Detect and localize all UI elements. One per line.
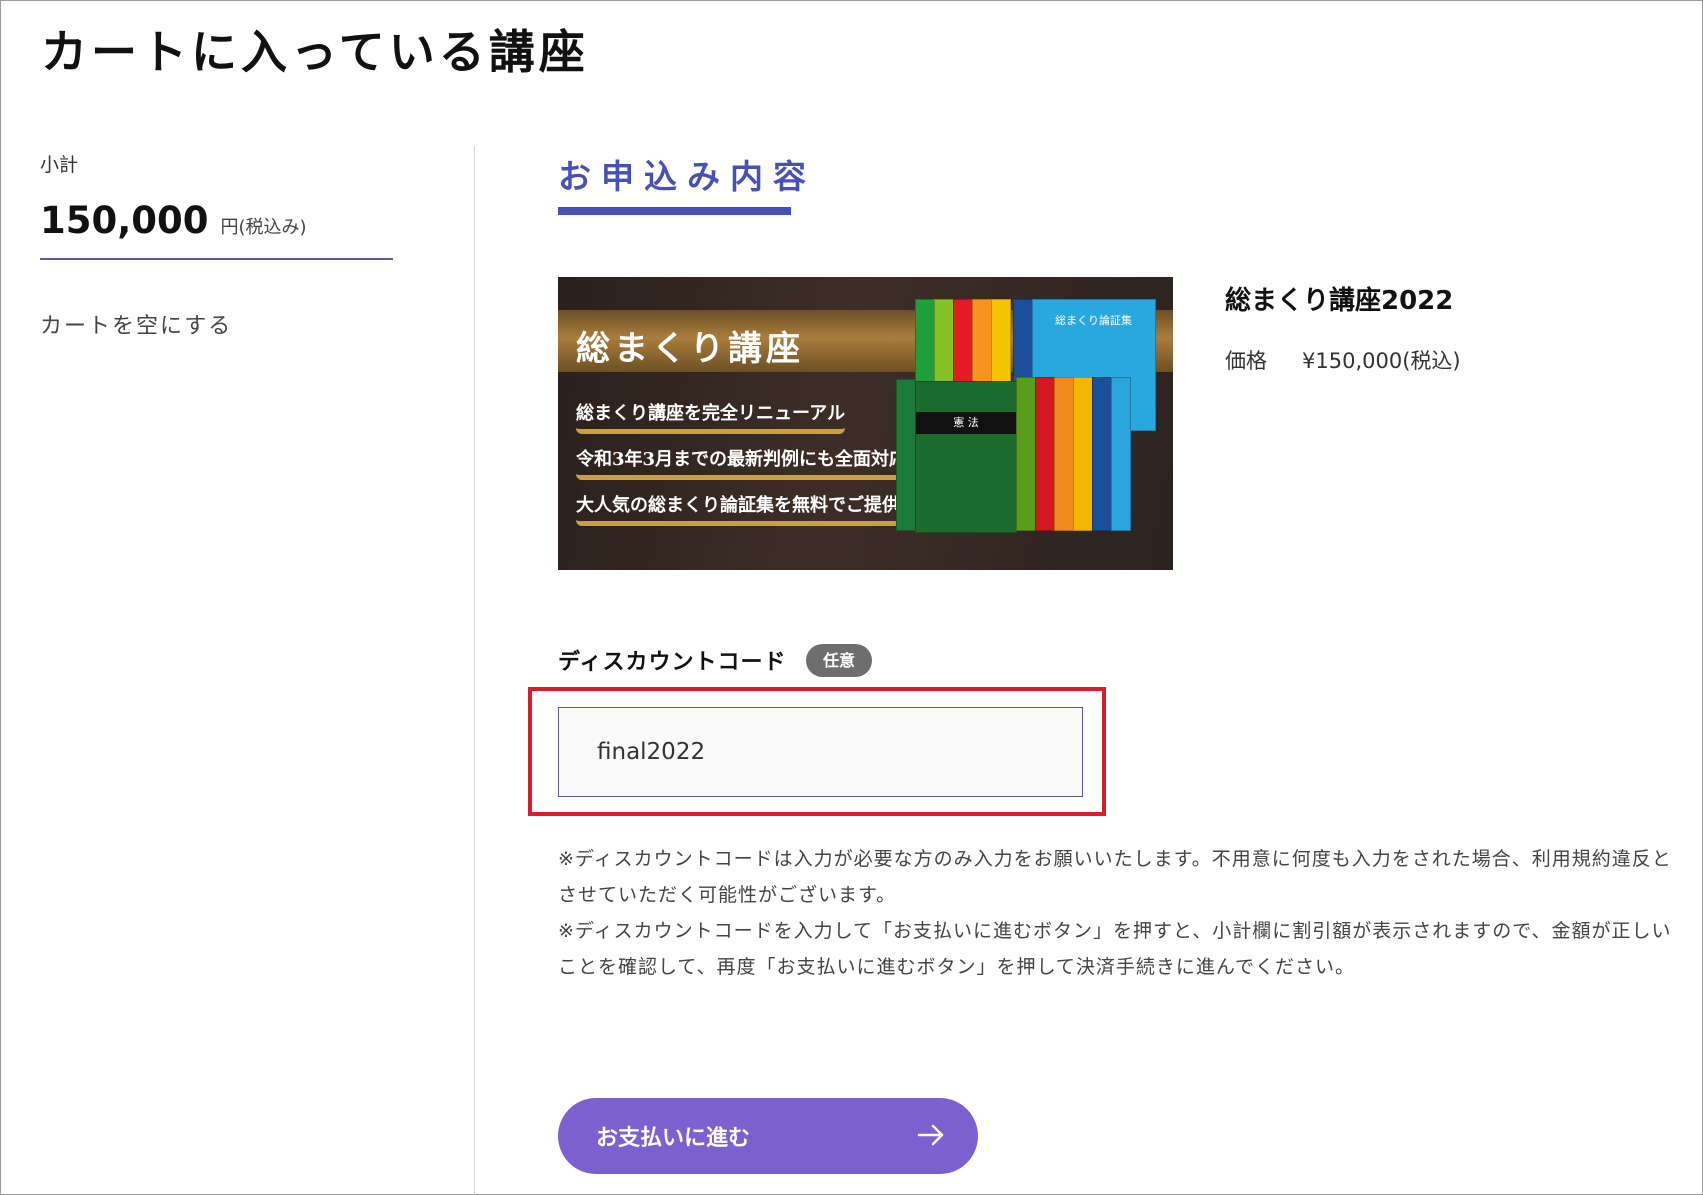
book-spine bbox=[1111, 377, 1131, 531]
book-spine bbox=[1054, 377, 1074, 531]
book-cover-title: 総まくり論証集 bbox=[1055, 314, 1132, 327]
pay-button-label: お支払いに進む bbox=[596, 1126, 751, 1151]
product-banner-image: 総まくり講座 総まくり講座を完全リニューアル 令和3年3月までの最新判例にも全面… bbox=[558, 277, 1173, 570]
discount-code-label: ディスカウントコード bbox=[558, 650, 787, 675]
subtotal-amount: 150,000 bbox=[40, 199, 209, 242]
price-value: ¥150,000(税込) bbox=[1302, 349, 1461, 373]
book-spine bbox=[896, 379, 916, 531]
subtotal-label: 小計 bbox=[40, 154, 79, 176]
book-spine bbox=[1092, 377, 1112, 531]
column-divider bbox=[474, 146, 475, 1195]
discount-notes: ※ディスカウントコードは入力が必要な方のみ入力をお願いいたします。不用意に何度も… bbox=[558, 841, 1676, 985]
note-text: ※ディスカウントコードは入力が必要な方のみ入力をお願いいたします。不用意に何度も… bbox=[558, 848, 1672, 906]
discount-code-input[interactable] bbox=[558, 707, 1083, 797]
section-title-underline bbox=[558, 207, 791, 215]
subtotal-divider bbox=[40, 258, 393, 260]
price-label: 価格 bbox=[1225, 349, 1267, 373]
subtotal-unit: 円(税込み) bbox=[220, 217, 307, 238]
proceed-to-payment-button[interactable]: お支払いに進む bbox=[558, 1098, 978, 1174]
banner-line: 大人気の総まくり論証集を無料でご提供 bbox=[576, 491, 900, 526]
book-spine bbox=[1073, 377, 1093, 531]
subtotal-row: 150,000 円(税込み) bbox=[40, 199, 392, 242]
banner-line: 令和3年3月までの最新判例にも全面対応 bbox=[576, 445, 908, 480]
empty-cart-link[interactable]: カートを空にする bbox=[40, 308, 232, 340]
banner-title: 総まくり講座 bbox=[576, 329, 804, 369]
book-label: 憲 法 bbox=[916, 412, 1016, 434]
book-cover: 憲 法 bbox=[915, 381, 1017, 533]
cart-summary: 小計 150,000 円(税込み) bbox=[40, 150, 393, 260]
book-spine bbox=[1035, 377, 1055, 531]
page-title: カートに入っている講座 bbox=[41, 25, 589, 79]
note-text: ※ディスカウントコードを入力して「お支払いに進むボタン」を押すと、小計欄に割引額… bbox=[558, 920, 1672, 978]
optional-badge: 任意 bbox=[806, 644, 872, 677]
arrow-right-icon bbox=[917, 1124, 944, 1146]
section-title: お申込み内容 bbox=[558, 157, 816, 196]
book-spine bbox=[1016, 377, 1036, 531]
banner-line: 総まくり講座を完全リニューアル bbox=[576, 399, 846, 434]
product-name: 総まくり講座2022 bbox=[1225, 286, 1454, 316]
